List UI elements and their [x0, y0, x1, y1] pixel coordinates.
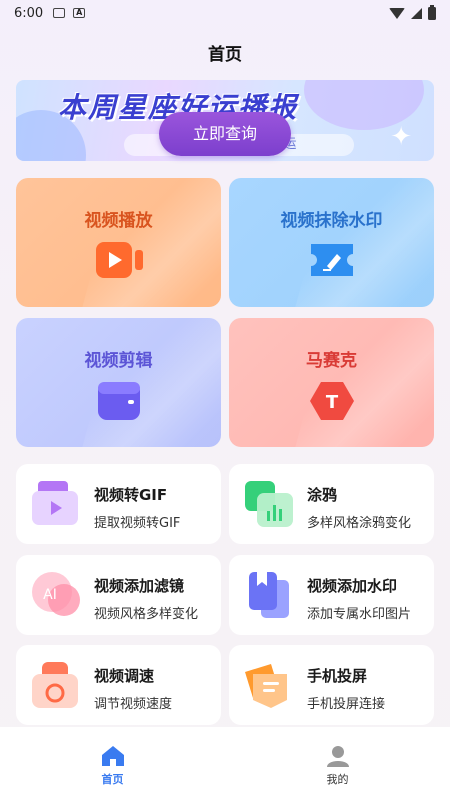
card-subtitle: 视频风格多样变化 — [94, 607, 199, 622]
screen-cast-icon — [243, 660, 295, 710]
card-subtitle: 多样风格涂鸦变化 — [307, 516, 412, 531]
tab-label: 首页 — [101, 773, 124, 786]
status-time: 6:00 — [14, 5, 44, 21]
svg-text:AI: AI — [43, 587, 57, 603]
graffiti-card[interactable]: 涂鸦 多样风格涂鸦变化 — [229, 464, 434, 544]
battery-icon — [428, 4, 436, 20]
signal-icon — [411, 7, 422, 19]
image-icon — [53, 8, 66, 18]
mosaic-hexagon-icon: T — [307, 380, 357, 420]
card-label: 视频剪辑 — [84, 351, 153, 371]
video-watermark-card[interactable]: 视频添加水印 添加专属水印图片 — [229, 555, 434, 635]
mosaic-card[interactable]: 马赛克 T — [229, 318, 434, 447]
profile-icon — [326, 746, 349, 767]
card-subtitle: 手机投屏连接 — [307, 697, 386, 712]
wallet-icon — [94, 380, 144, 420]
svg-text:T: T — [325, 392, 338, 413]
card-subtitle: 添加专属水印图片 — [307, 607, 412, 622]
bookmark-watermark-icon — [243, 570, 295, 620]
video-to-gif-card[interactable]: 视频转GIF 提取视频转GIF — [16, 464, 221, 544]
card-title: 视频添加水印 — [307, 577, 398, 595]
graffiti-chart-icon — [243, 479, 295, 529]
tab-home[interactable]: 首页 — [0, 727, 225, 801]
card-title: 视频添加滤镜 — [94, 577, 185, 595]
video-filter-card[interactable]: AI 视频添加滤镜 视频风格多样变化 — [16, 555, 221, 635]
video-speed-card[interactable]: 视频调速 调节视频速度 — [16, 645, 221, 725]
remove-watermark-card[interactable]: 视频抹除水印 — [229, 178, 434, 307]
tab-label: 我的 — [326, 773, 349, 786]
query-now-button[interactable]: 立即查询 — [159, 112, 291, 156]
speed-camera-icon — [30, 660, 82, 710]
video-play-card[interactable]: 视频播放 — [16, 178, 221, 307]
card-title: 视频调速 — [94, 667, 155, 685]
card-subtitle: 提取视频转GIF — [94, 516, 181, 531]
tab-profile[interactable]: 我的 — [225, 727, 450, 801]
a-icon: A — [73, 8, 86, 18]
bottom-tab-bar: 首页 我的 — [0, 727, 450, 801]
video-play-icon — [94, 240, 144, 280]
card-title: 视频转GIF — [94, 486, 168, 504]
video-gif-icon — [30, 479, 82, 529]
status-bar: 6:00 A — [0, 0, 450, 26]
ai-filter-icon: AI — [30, 570, 82, 620]
video-edit-card[interactable]: 视频剪辑 — [16, 318, 221, 447]
card-title: 手机投屏 — [307, 667, 368, 685]
card-label: 视频抹除水印 — [280, 211, 383, 231]
card-title: 涂鸦 — [307, 486, 338, 504]
sparkle-icon: ✦ — [390, 122, 412, 152]
home-icon — [101, 746, 124, 766]
screen-cast-card[interactable]: 手机投屏 手机投屏连接 — [229, 645, 434, 725]
card-subtitle: 调节视频速度 — [94, 697, 173, 712]
page-title: 首页 — [208, 45, 242, 65]
wifi-icon — [389, 7, 405, 19]
eraser-ticket-icon — [307, 240, 357, 280]
card-label: 马赛克 — [306, 351, 357, 371]
card-label: 视频播放 — [84, 211, 153, 231]
